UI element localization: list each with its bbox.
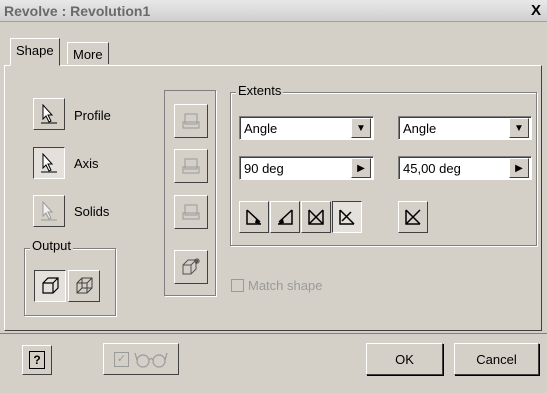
extents-right-angle-value: 45,00 deg [403, 161, 461, 176]
arrow-select-icon [40, 201, 58, 221]
tab-shape-label: Shape [16, 43, 54, 58]
surface-box-icon [74, 276, 94, 296]
chevron-down-icon[interactable]: ▼ [509, 118, 529, 138]
direction-icon [403, 207, 423, 227]
tab-more[interactable]: More [67, 42, 109, 64]
match-shape-checkbox[interactable] [231, 279, 244, 292]
axis-label: Axis [74, 156, 99, 171]
direction-icon [337, 207, 357, 227]
operation-intersect-icon [181, 202, 201, 222]
new-solid-button[interactable] [174, 250, 208, 284]
tab-shape[interactable]: Shape [10, 38, 60, 66]
cancel-button[interactable]: Cancel [454, 343, 539, 375]
help-icon: ? [29, 351, 45, 369]
direction-2-button[interactable] [270, 201, 300, 233]
arrow-select-icon [40, 153, 58, 173]
checkmark-icon: ✓ [114, 351, 129, 367]
match-shape-label: Match shape [248, 278, 323, 293]
solids-label: Solids [74, 204, 110, 219]
extents-left-angle-value: 90 deg [244, 161, 284, 176]
cut-button[interactable] [174, 149, 208, 183]
tab-more-label: More [73, 47, 103, 62]
direction-icon [244, 207, 264, 227]
direction-asymmetric-button[interactable] [332, 201, 362, 233]
arrow-select-icon [40, 104, 58, 124]
new-solid-icon [180, 256, 202, 278]
close-button[interactable]: X [527, 2, 545, 20]
direction-flip-button[interactable] [398, 201, 428, 233]
operation-cut-icon [181, 156, 201, 176]
window-title: Revolve : Revolution1 [4, 3, 151, 19]
extents-right-mode-value: Angle [403, 121, 437, 136]
direction-icon [306, 207, 326, 227]
profile-label: Profile [74, 108, 111, 123]
chevron-right-icon[interactable]: ▶ [509, 158, 529, 178]
direction-1-button[interactable] [239, 201, 269, 233]
output-solid-button[interactable] [34, 270, 66, 302]
intersect-button[interactable] [174, 195, 208, 229]
extents-left-mode-value: Angle [244, 121, 278, 136]
preview-toggle-button[interactable]: ✓ [103, 343, 179, 375]
solid-box-icon [40, 276, 60, 296]
glasses-icon [134, 350, 168, 368]
output-legend: Output [30, 238, 74, 253]
join-button[interactable] [174, 104, 208, 138]
solids-button[interactable] [33, 195, 65, 227]
help-button[interactable]: ? [22, 345, 52, 375]
footer-divider [0, 333, 547, 334]
chevron-right-icon[interactable]: ▶ [351, 158, 371, 178]
extents-legend: Extents [236, 83, 284, 98]
profile-button[interactable] [33, 98, 65, 130]
ok-button[interactable]: OK [366, 343, 443, 375]
axis-button[interactable] [33, 147, 65, 179]
direction-icon [275, 207, 295, 227]
direction-symmetric-button[interactable] [301, 201, 331, 233]
operation-join-icon [181, 111, 201, 131]
chevron-down-icon[interactable]: ▼ [351, 118, 371, 138]
output-surface-button[interactable] [68, 270, 100, 302]
